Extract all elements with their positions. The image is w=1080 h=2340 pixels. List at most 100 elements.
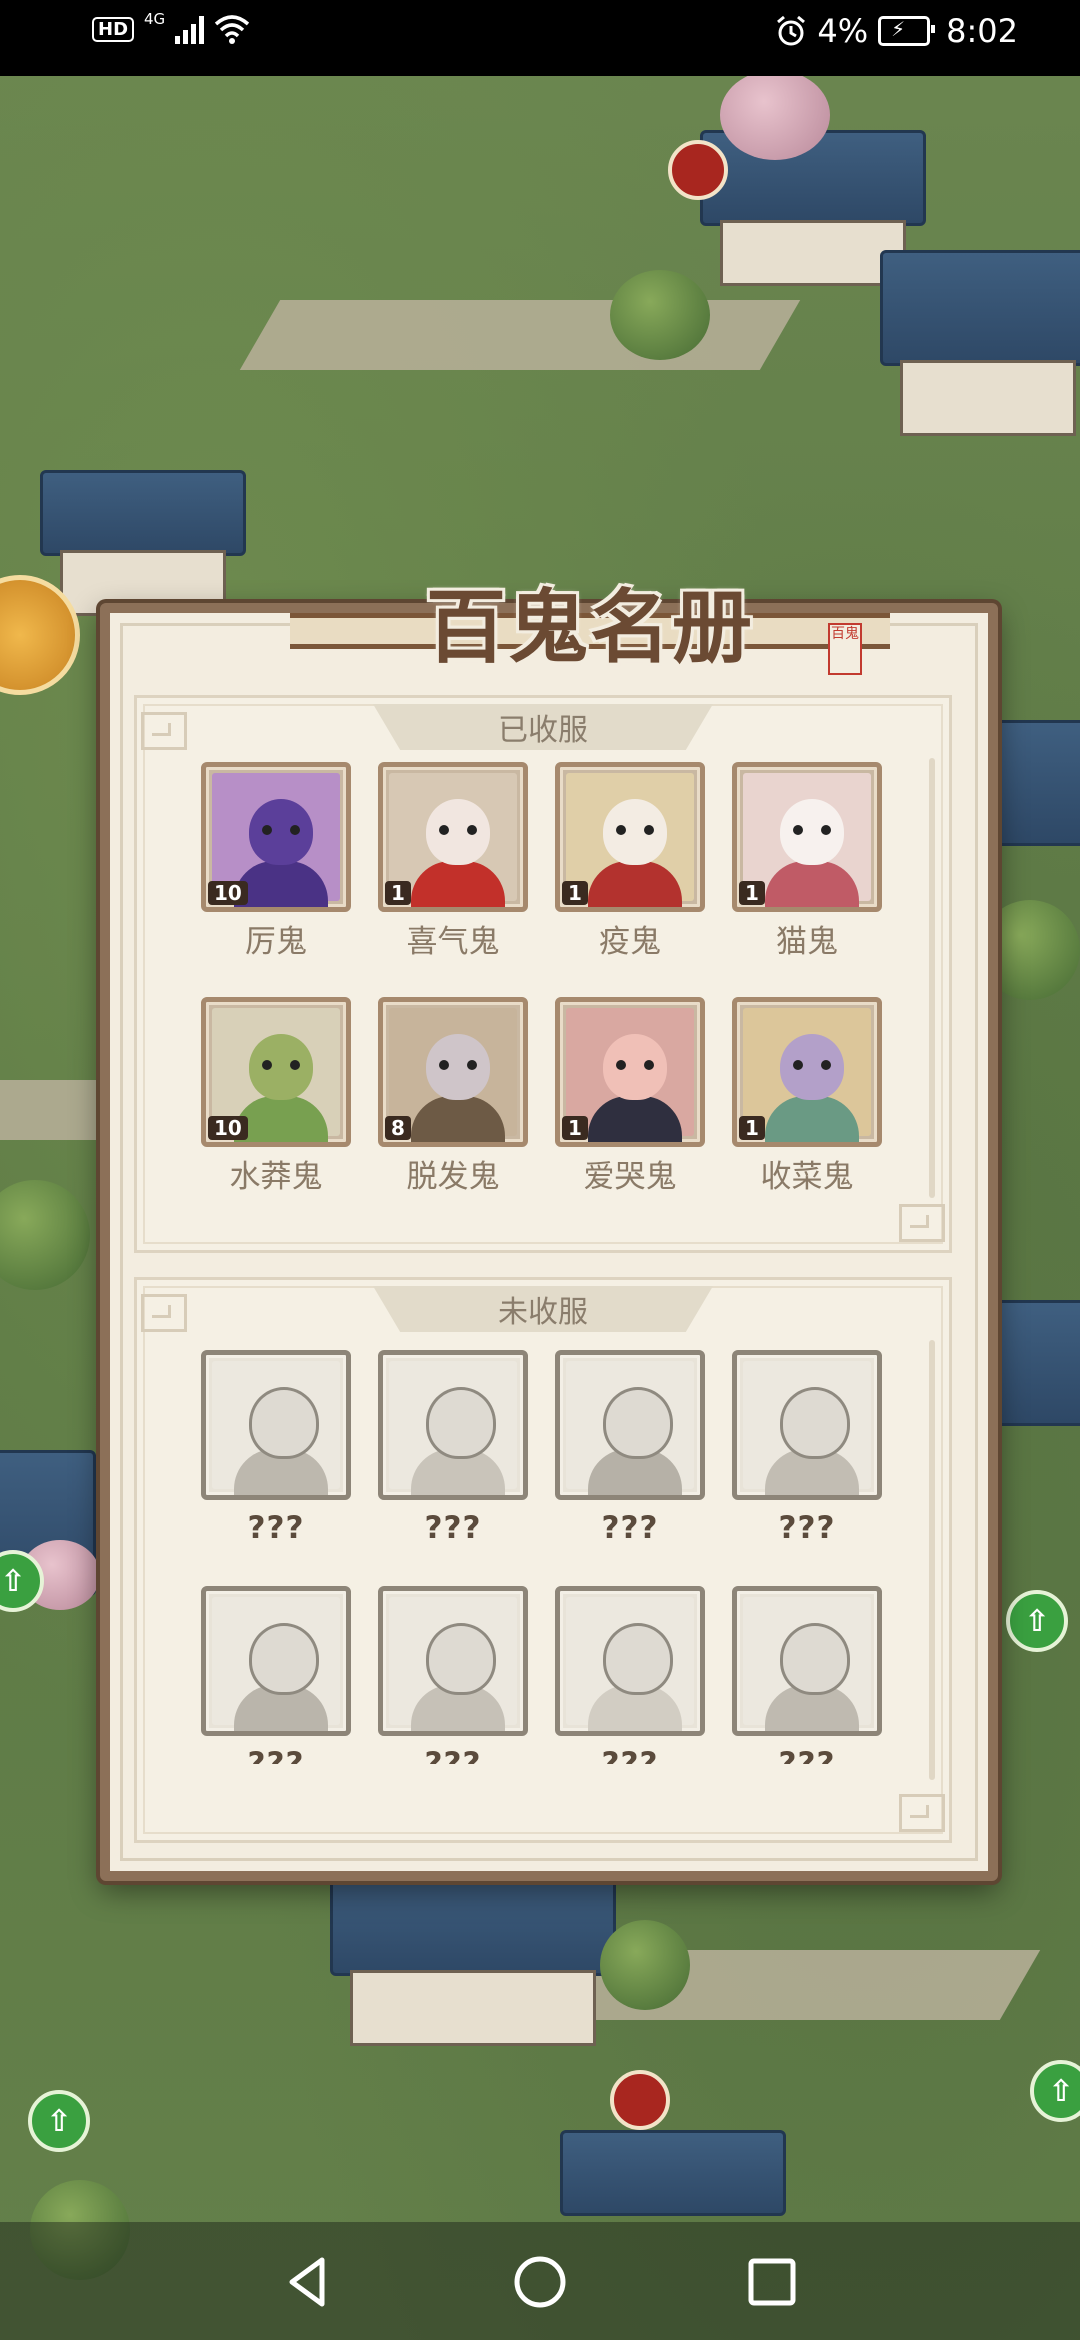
ghost-portrait-frame[interactable]: 8 <box>378 997 528 1147</box>
network-type: 4G <box>144 10 166 28</box>
locked-portrait-frame[interactable] <box>201 1350 351 1500</box>
portrait-eye <box>290 825 300 835</box>
ghost-name: 猫鬼 <box>776 924 838 960</box>
collected-grid: 10 厉鬼 1 喜气鬼 1 疫鬼 1 猫鬼 10 水莽鬼 8 脱发鬼 1 爱哭鬼 1 收菜鬼 <box>201 762 882 1196</box>
ghost-name: 收菜鬼 <box>760 1159 854 1195</box>
portrait-eye <box>821 825 831 835</box>
ghost-portrait-frame[interactable]: 10 <box>201 997 351 1147</box>
ghost-card[interactable]: 8 脱发鬼 <box>378 997 528 1196</box>
locked-ghost-card[interactable]: ??? <box>201 1586 351 1764</box>
collected-scrollbar[interactable] <box>929 758 935 1198</box>
ghost-card[interactable]: 10 水莽鬼 <box>201 997 351 1196</box>
collected-header: 已收服 <box>373 704 713 750</box>
portrait-body <box>588 1096 682 1142</box>
upgrade-arrow-icon[interactable]: ⇧ <box>1006 1590 1068 1652</box>
locked-ghost-silhouette <box>389 1361 517 1495</box>
locked-ghost-silhouette <box>743 1597 871 1731</box>
locked-portrait-frame[interactable] <box>732 1586 882 1736</box>
ghost-name: 爱哭鬼 <box>583 1159 677 1195</box>
unknown-ghost-name: ??? <box>601 1746 659 1764</box>
ghost-card[interactable]: 1 爱哭鬼 <box>555 997 705 1196</box>
locked-ghost-card[interactable]: ??? <box>378 1586 528 1764</box>
ghost-portrait-frame[interactable]: 1 <box>555 762 705 912</box>
ghost-name: 疫鬼 <box>599 924 661 960</box>
ghost-portrait-frame[interactable]: 1 <box>732 762 882 912</box>
unknown-ghost-name: ??? <box>424 1510 482 1546</box>
portrait-body <box>411 861 505 907</box>
portrait-body <box>411 1096 505 1142</box>
locked-portrait-frame[interactable] <box>555 1586 705 1736</box>
portrait-head <box>603 1623 673 1695</box>
uncollected-grid: ???????????????????????? <box>201 1350 882 1764</box>
ghost-count-badge: 10 <box>208 881 248 905</box>
portrait-eye <box>616 1060 626 1070</box>
locked-portrait-frame[interactable] <box>555 1350 705 1500</box>
locked-ghost-silhouette <box>743 1361 871 1495</box>
locked-portrait-frame[interactable] <box>201 1586 351 1736</box>
ghost-name: 脱发鬼 <box>406 1159 500 1195</box>
portrait-eye <box>262 825 272 835</box>
ghost-portrait-frame[interactable]: 1 <box>378 762 528 912</box>
portrait-body <box>234 861 328 907</box>
ghost-count-badge: 1 <box>562 881 588 905</box>
clock: 8:02 <box>946 12 1018 50</box>
locked-ghost-card[interactable]: ??? <box>378 1350 528 1546</box>
ghost-card[interactable]: 1 猫鬼 <box>732 762 882 961</box>
portrait-eye <box>821 1060 831 1070</box>
upgrade-arrow-icon[interactable]: ⇧ <box>28 2090 90 2152</box>
portrait-eye <box>467 825 477 835</box>
modal-title-banner: 百鬼名册 百鬼 <box>290 563 890 683</box>
uncollected-section: 未收服 ???????????????????????? <box>134 1277 952 1843</box>
locked-portrait-frame[interactable] <box>732 1350 882 1500</box>
locked-portrait-frame[interactable] <box>378 1350 528 1500</box>
ghost-card[interactable]: 10 厉鬼 <box>201 762 351 961</box>
ghost-name: 厉鬼 <box>245 924 307 960</box>
portrait-head <box>603 1387 673 1459</box>
event-marker-icon[interactable] <box>668 140 728 200</box>
event-marker-icon[interactable] <box>610 2070 670 2130</box>
portrait-head <box>780 1387 850 1459</box>
locked-ghost-card[interactable]: ??? <box>555 1350 705 1546</box>
portrait-head <box>426 1623 496 1695</box>
alarm-icon <box>777 15 806 46</box>
ghost-count-badge: 8 <box>385 1116 411 1140</box>
unknown-ghost-name: ??? <box>778 1746 836 1764</box>
locked-ghost-card[interactable]: ??? <box>732 1350 882 1546</box>
portrait-eye <box>616 825 626 835</box>
portrait-eye <box>290 1060 300 1070</box>
portrait-eye <box>439 825 449 835</box>
ghost-portrait-frame[interactable]: 1 <box>732 997 882 1147</box>
battery-percent: 4% <box>817 12 869 50</box>
ghost-card[interactable]: 1 喜气鬼 <box>378 762 528 961</box>
portrait-body <box>234 1096 328 1142</box>
signal-icon <box>175 14 205 44</box>
ghost-card[interactable]: 1 疫鬼 <box>555 762 705 961</box>
locked-ghost-silhouette <box>212 1597 340 1731</box>
portrait-eye <box>644 1060 654 1070</box>
home-button[interactable] <box>510 2252 570 2312</box>
locked-ghost-card[interactable]: ??? <box>555 1586 705 1764</box>
uncollected-scrollbar[interactable] <box>929 1340 935 1780</box>
ghost-card[interactable]: 1 收菜鬼 <box>732 997 882 1196</box>
locked-portrait-frame[interactable] <box>378 1586 528 1736</box>
portrait-head <box>426 799 490 865</box>
portrait-head <box>249 1387 319 1459</box>
portrait-head <box>426 1387 496 1459</box>
portrait-body <box>588 861 682 907</box>
system-nav-bar <box>0 2222 1080 2340</box>
locked-ghost-card[interactable]: ??? <box>201 1350 351 1546</box>
hd-badge: HD <box>92 16 135 42</box>
portrait-eye <box>262 1060 272 1070</box>
ghost-portrait-frame[interactable]: 10 <box>201 762 351 912</box>
back-button[interactable] <box>278 2252 338 2312</box>
status-bar: HD 4G 4% ⚡ 8:02 <box>0 0 1080 76</box>
portrait-eye <box>793 825 803 835</box>
recents-button[interactable] <box>742 2252 802 2312</box>
locked-ghost-silhouette <box>389 1597 517 1731</box>
ghost-count-badge: 1 <box>385 881 411 905</box>
locked-ghost-card[interactable]: ??? <box>732 1586 882 1764</box>
ghost-portrait-frame[interactable]: 1 <box>555 997 705 1147</box>
portrait-head <box>249 1623 319 1695</box>
ghost-count-badge: 1 <box>739 1116 765 1140</box>
unknown-ghost-name: ??? <box>247 1510 305 1546</box>
